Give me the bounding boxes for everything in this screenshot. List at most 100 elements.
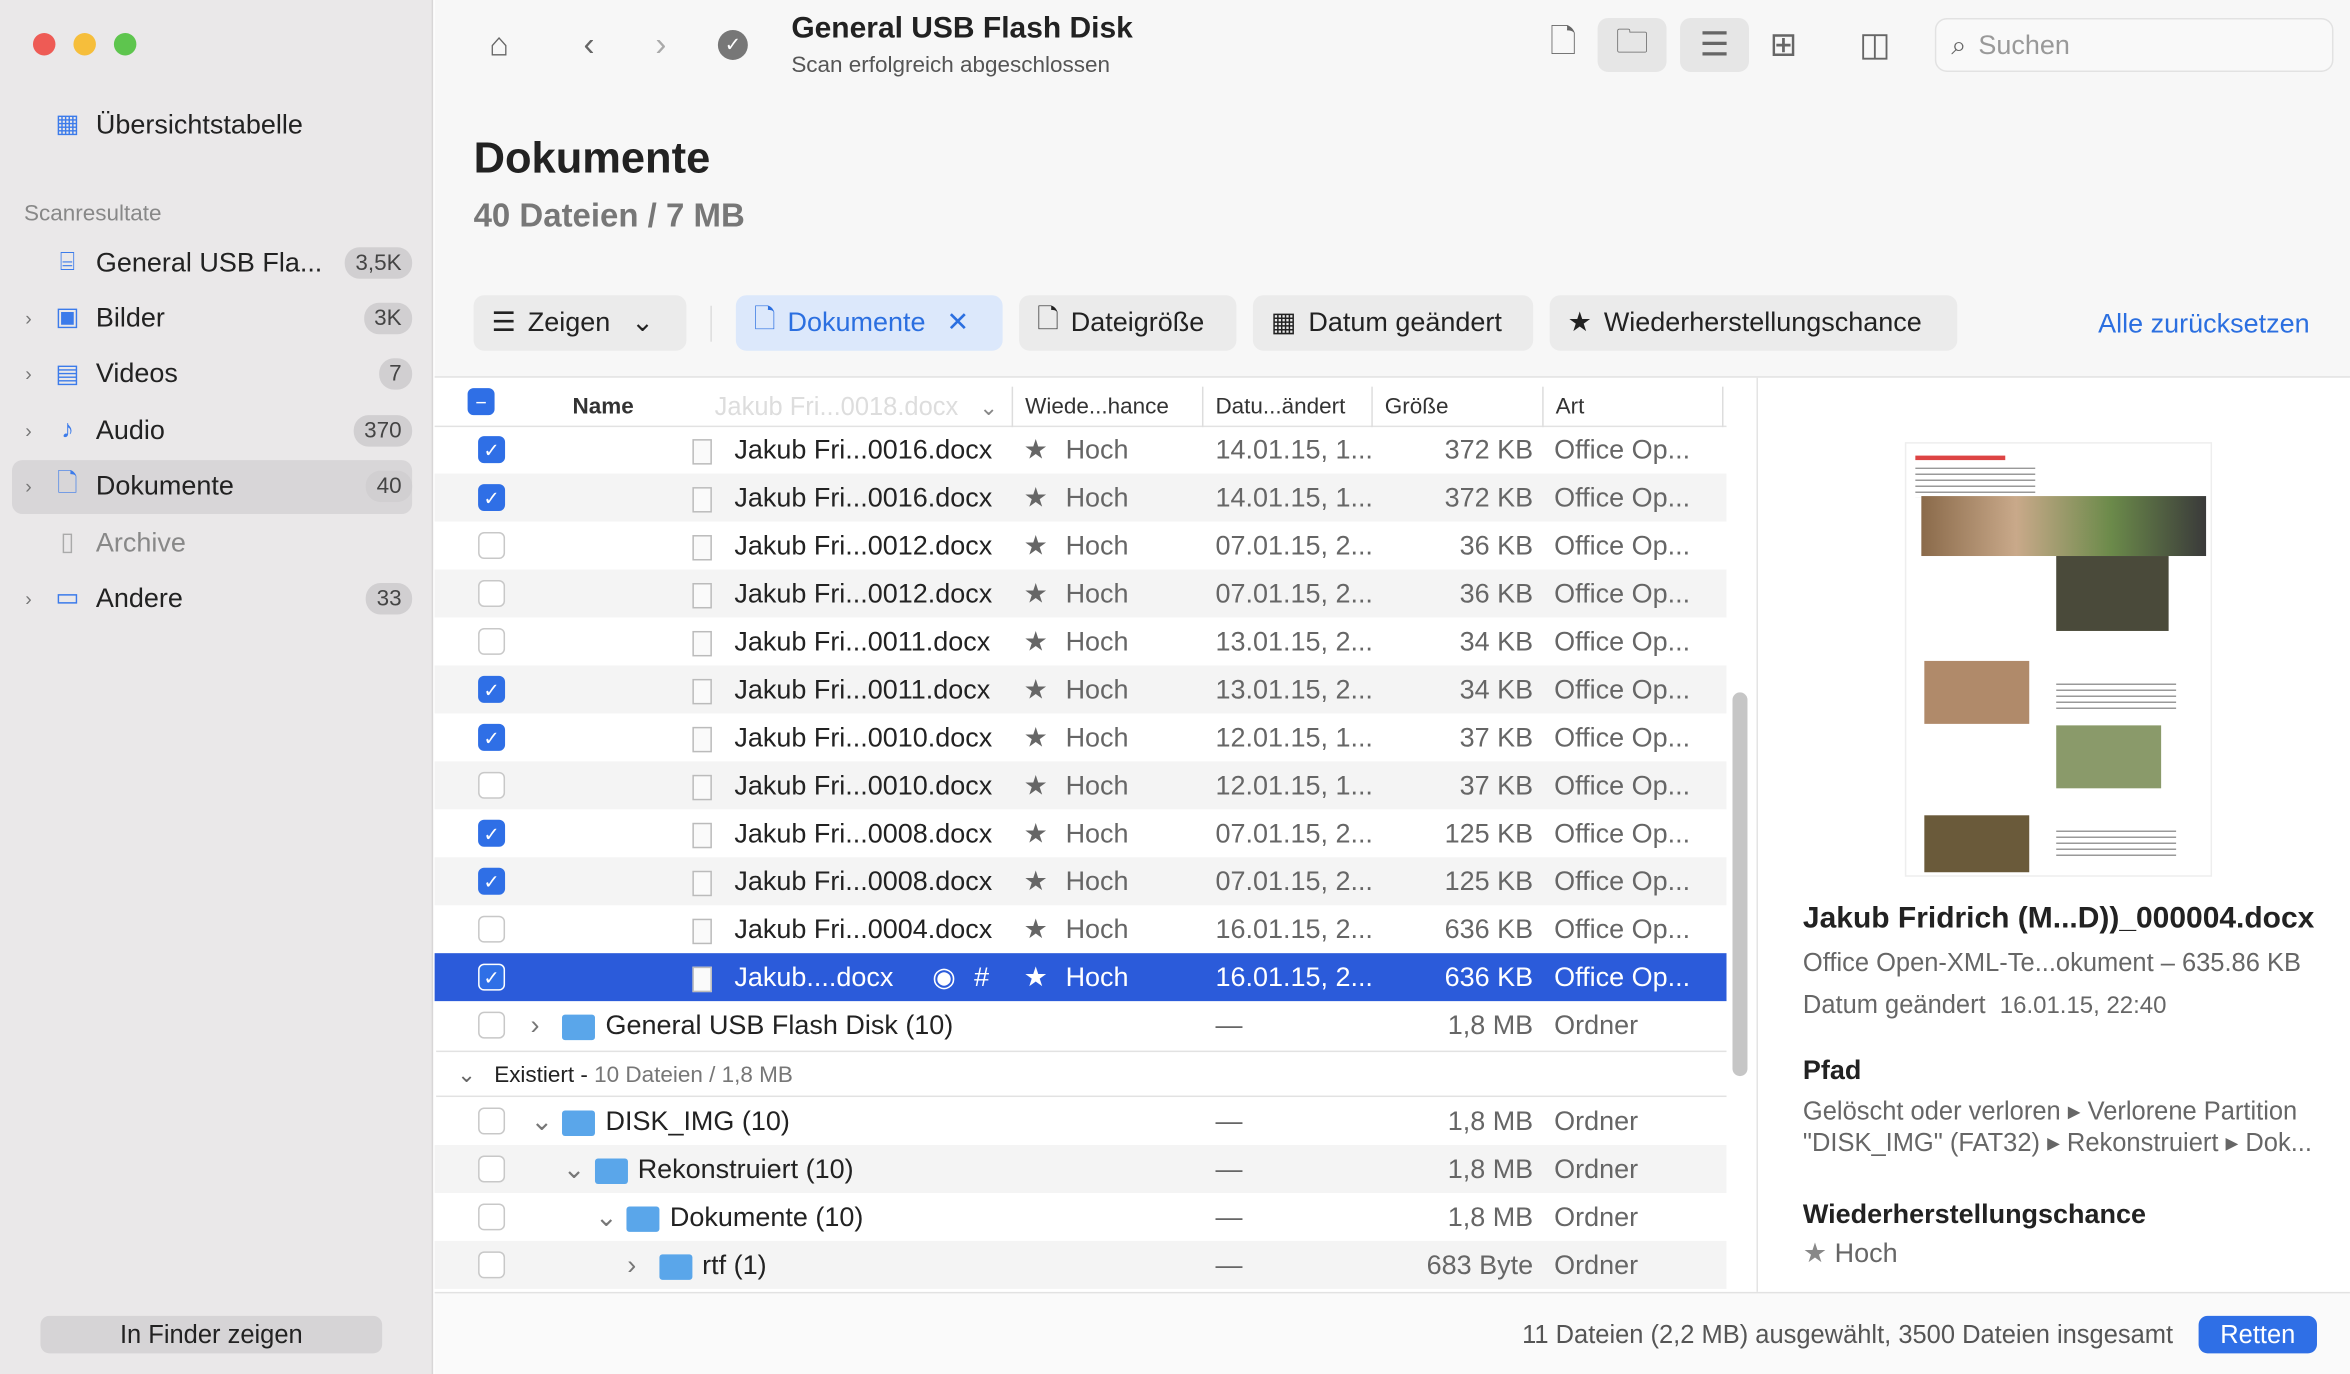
row-checkbox[interactable]: ✓ [478,867,506,895]
folder-view-button[interactable]: 🗀 [1597,17,1667,72]
calendar-icon: ▦ [1270,307,1297,338]
row-checkbox[interactable] [478,532,506,560]
search-input[interactable]: ⌕ Suchen [1934,17,2334,72]
chevron-down-icon[interactable]: ⌄ [595,1193,618,1241]
table-row[interactable]: ✓ Jakub Fri...0008.docx ★ Hoch 07.01.15,… [435,809,1727,857]
folder-icon [658,1241,692,1289]
sidebar-item-andere[interactable]: › ▭ Andere 33 [12,572,413,626]
table-row[interactable]: Jakub Fri...0011.docx ★ Hoch 13.01.15, 2… [435,617,1727,665]
star-icon: ★ [1023,434,1048,465]
sidebar-item-archive[interactable]: ▯ Archive [12,516,412,570]
table-row[interactable]: ✓ Jakub Fri...0010.docx ★ Hoch 12.01.15,… [435,713,1727,761]
chevron-down-icon[interactable]: ⌄ [531,1097,554,1145]
documents-filter-chip[interactable]: 🗋 Dokumente ✕ [735,295,1003,351]
list-view-button[interactable]: ☰ [1680,17,1749,72]
select-all-checkbox[interactable]: − [467,388,495,416]
star-icon: ★ [1023,482,1048,513]
chevron-right-icon[interactable]: › [12,587,45,609]
sidebar-item-audio[interactable]: › ♪ Audio 370 [12,403,413,457]
row-checkbox[interactable] [478,1011,506,1039]
row-checkbox[interactable]: ✓ [478,819,506,847]
document-icon [692,474,712,522]
sidebar-item-general-usb-fla-[interactable]: ⌸ General USB Fla... 3,5K [12,235,413,289]
row-checkbox[interactable]: ✓ [478,723,506,751]
table-row[interactable]: ✓ Jakub Fri...0011.docx ★ Hoch 13.01.15,… [434,665,1727,714]
row-checkbox[interactable] [478,627,506,655]
close-icon[interactable]: ✕ [946,307,969,338]
chevron-right-icon[interactable]: › [12,307,45,329]
column-type[interactable]: Art [1544,386,1724,428]
sidebar-item-bilder[interactable]: › ▣ Bilder 3K [12,291,413,345]
table-row[interactable]: Jakub Fri...0012.docx ★ Hoch 07.01.15, 2… [435,522,1727,570]
chevron-right-icon[interactable]: › [627,1241,636,1289]
column-date[interactable]: Datu...ändert [1203,386,1373,428]
forward-button[interactable]: › [626,18,695,72]
hashtag-icon[interactable]: # [974,953,989,1001]
table-row[interactable]: ✓ Jakub Fri...0016.docx ★ Hoch 14.01.15,… [435,426,1727,474]
minimize-window-button[interactable] [73,32,96,56]
preview-path: Gelöscht oder verloren ▸ Verlorene Parti… [1802,1097,2312,1157]
home-button[interactable]: ⌂ [465,18,534,72]
reset-all-link[interactable]: Alle zurücksetzen [2098,309,2309,340]
row-checkbox[interactable] [478,1251,506,1279]
chance-filter-button[interactable]: ★ Wiederherstellungschance [1549,295,1958,351]
size-filter-button[interactable]: 🗋 Dateigröße [1019,295,1237,351]
document-icon: 🗋 [753,303,776,334]
row-checkbox[interactable] [478,579,506,607]
row-checkbox[interactable]: ✓ [478,436,506,464]
document-icon [692,617,712,665]
folder-row[interactable]: ⌄ DISK_IMG (10) — 1,8 MB Ordner [435,1097,1727,1145]
row-checkbox[interactable]: ✓ [478,484,506,512]
show-filter-button[interactable]: ☰ Zeigen ⌄ [473,295,687,351]
file-view-button[interactable]: 🗋 [1529,18,1598,72]
eye-icon[interactable]: ◉ [932,953,956,1001]
table-row[interactable]: Jakub Fri...0004.docx ★ Hoch 16.01.15, 2… [435,905,1727,953]
row-checkbox[interactable]: ✓ [478,963,506,991]
sidebar-item-dokumente[interactable]: › 🗋 Dokumente 40 [11,459,413,514]
date-filter-button[interactable]: ▦ Datum geändert [1252,295,1534,351]
row-checkbox[interactable] [478,1155,506,1183]
folder-row[interactable]: ⌄ Dokumente (10) — 1,8 MB Ordner [435,1193,1727,1241]
table-row[interactable]: Jakub Fri...0010.docx ★ Hoch 12.01.15, 1… [434,761,1727,810]
row-checkbox[interactable] [478,771,506,799]
folder-icon [626,1193,660,1241]
path-label: Pfad [1802,1055,1862,1086]
preview-panel-button[interactable]: ◫ [1840,18,1909,72]
column-size[interactable]: Größe [1373,386,1544,428]
chevron-right-icon[interactable]: › [12,419,45,441]
preview-panel: Jakub Fridrich (M...D))_000004.docx Offi… [1756,377,2349,1292]
back-button[interactable]: ‹ [555,18,624,72]
star-icon: ★ [1023,914,1048,945]
chevron-left-icon: ‹ [583,25,595,63]
sidebar-item-videos[interactable]: › ▤ Videos 7 [12,347,413,401]
show-in-finder-button[interactable]: In Finder zeigen [40,1315,383,1354]
chevron-right-icon[interactable]: › [531,1001,540,1049]
document-icon [692,570,712,618]
folder-row[interactable]: › General USB Flash Disk (10) — 1,8 MB O… [435,1001,1727,1049]
table-row[interactable]: ✓ Jakub....docx ◉ # ★ Hoch 16.01.15, 2...… [434,953,1727,1002]
close-window-button[interactable] [32,32,56,56]
section-existiert[interactable]: ⌄ Existiert - 10 Dateien / 1,8 MB [436,1050,1727,1098]
chevron-down-icon[interactable]: ⌄ [563,1145,586,1193]
chevron-right-icon[interactable]: › [12,475,45,497]
folder-row[interactable]: › rtf (1) — 683 Byte Ordner [434,1240,1727,1289]
folder-row[interactable]: ⌄ Rekonstruiert (10) — 1,8 MB Ordner [434,1145,1727,1193]
table-row[interactable]: ✓ Jakub Fri...0016.docx ★ Hoch 14.01.15,… [434,473,1727,522]
column-name[interactable]: Name Jakub Fri...0018.docx ⌄ [555,386,1014,428]
zoom-window-button[interactable] [113,32,137,56]
grid-view-button[interactable]: ⊞ [1749,18,1818,72]
scrollbar[interactable] [1732,692,1748,1077]
recover-button[interactable]: Retten [2198,1315,2317,1354]
row-checkbox[interactable] [478,915,506,943]
page-summary: 40 Dateien / 7 MB [473,196,745,234]
row-checkbox[interactable]: ✓ [478,675,506,703]
document-icon [692,522,712,570]
chevron-right-icon[interactable]: › [12,363,45,385]
table-row[interactable]: Jakub Fri...0012.docx ★ Hoch 07.01.15, 2… [434,569,1727,618]
table-row[interactable]: ✓ Jakub Fri...0008.docx ★ Hoch 07.01.15,… [434,857,1727,906]
row-checkbox[interactable] [478,1203,506,1231]
column-chance[interactable]: Wiede...hance [1013,386,1204,428]
sidebar-overview[interactable]: ▦ Übersichtstabelle [12,97,412,151]
scan-complete-button[interactable]: ✓ [698,18,767,72]
row-checkbox[interactable] [478,1107,506,1135]
